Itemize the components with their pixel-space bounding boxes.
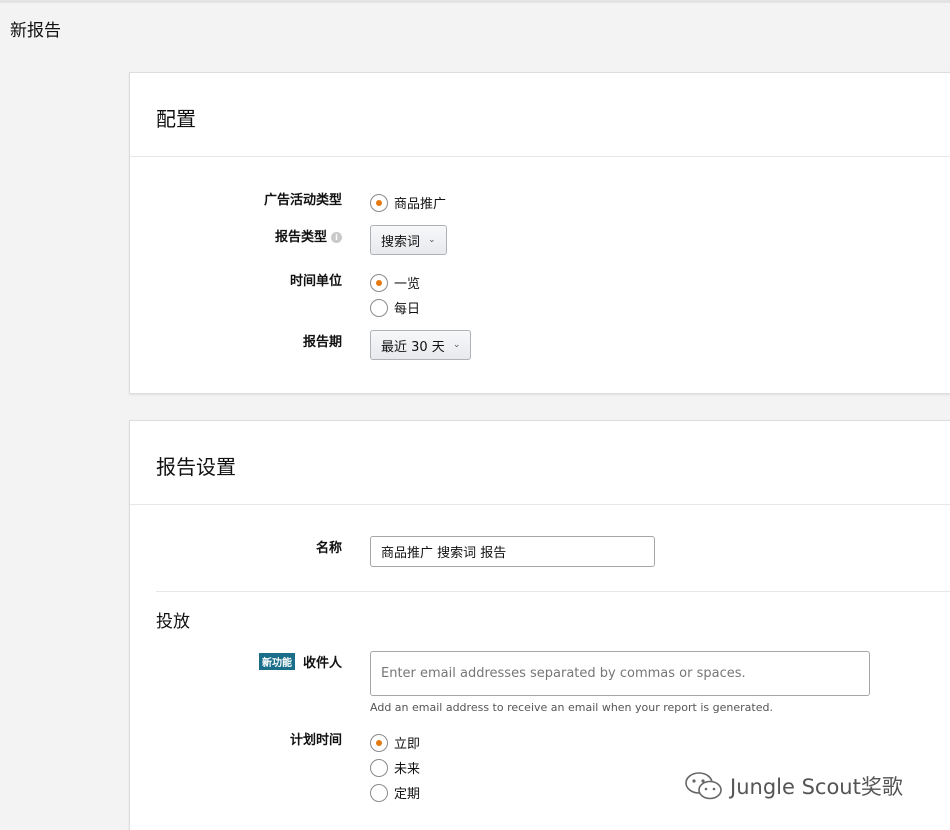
watermark: Jungle Scout奖歌	[684, 770, 903, 802]
page-title: 新报告	[10, 21, 61, 41]
time-unit-option-summary[interactable]: 一览	[370, 273, 420, 292]
time-unit-label: 时间单位	[289, 274, 342, 289]
delivery-title: 投放	[156, 612, 190, 632]
schedule-option-now[interactable]: 立即	[370, 733, 420, 752]
chevron-down-icon: ⌄	[428, 235, 436, 245]
schedule-label: 计划时间	[289, 733, 342, 748]
chevron-down-icon: ⌄	[452, 340, 461, 350]
section-divider	[156, 591, 950, 592]
report-settings-card: 报告设置 名称 投放 新功能收件人 Add an email address t…	[129, 420, 950, 830]
radio-unchecked-icon[interactable]	[370, 783, 388, 802]
time-unit-option-daily[interactable]: 每日	[370, 298, 420, 317]
config-card-header: 配置	[130, 73, 950, 157]
schedule-option-label: 立即	[394, 737, 421, 752]
top-border	[0, 0, 950, 3]
campaign-type-label: 广告活动类型	[263, 193, 342, 208]
report-name-input[interactable]	[370, 536, 655, 567]
time-unit-option-label: 每日	[394, 302, 421, 317]
recipients-label: 新功能 收件人	[142, 652, 342, 671]
recipients-label-text: 收件人	[302, 656, 342, 671]
radio-checked-icon[interactable]	[370, 273, 388, 292]
report-name-label: 名称	[315, 541, 342, 556]
radio-unchecked-icon[interactable]	[370, 758, 388, 777]
radio-checked-icon[interactable]	[370, 193, 388, 212]
recipients-hint: Add an email address to receive an email…	[370, 701, 773, 714]
campaign-type-option-sp[interactable]: 商品推广	[370, 193, 446, 212]
wechat-icon	[685, 772, 722, 800]
info-icon[interactable]: i	[331, 232, 342, 243]
schedule-option-future[interactable]: 未来	[370, 758, 420, 777]
recipients-email-input[interactable]	[370, 651, 870, 696]
report-period-label: 报告期	[302, 335, 342, 350]
schedule-option-label: 未来	[394, 762, 421, 777]
report-type-label-text: 报告类型	[274, 230, 327, 245]
schedule-option-label: 定期	[394, 787, 421, 802]
report-period-select[interactable]: 最近 30 天 ⌄	[370, 330, 472, 360]
report-type-select[interactable]: 搜索词 ⌄	[370, 225, 447, 255]
new-feature-badge: 新功能	[258, 653, 295, 670]
report-period-value: 最近 30 天	[381, 339, 445, 355]
schedule-option-recurring[interactable]: 定期	[370, 783, 420, 802]
radio-checked-icon[interactable]	[370, 733, 388, 752]
report-settings-header: 报告设置	[130, 421, 950, 505]
config-card: 配置 广告活动类型 商品推广 报告类型 i 搜索词 ⌄ 时间单位 一览 每日 报告…	[129, 72, 950, 394]
campaign-type-option-label: 商品推广	[394, 197, 447, 212]
report-type-label: 报告类型 i	[142, 226, 342, 245]
watermark-text: Jungle Scout奖歌	[730, 775, 903, 799]
config-heading: 配置	[156, 107, 196, 131]
report-type-value: 搜索词	[381, 234, 421, 250]
time-unit-option-label: 一览	[394, 277, 421, 292]
report-settings-heading: 报告设置	[156, 455, 236, 479]
radio-unchecked-icon[interactable]	[370, 298, 388, 317]
